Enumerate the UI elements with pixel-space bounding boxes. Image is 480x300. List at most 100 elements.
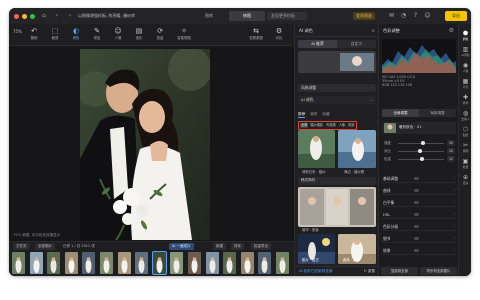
section-hsl[interactable]: HSL › bbox=[382, 210, 456, 219]
slider-handle[interactable] bbox=[421, 141, 426, 145]
rail-item[interactable]: ✚ 修饰 bbox=[459, 94, 471, 105]
chip-landscape[interactable]: 风景 bbox=[347, 123, 355, 128]
ai-batch-button[interactable]: AI 一键成片 bbox=[169, 243, 194, 250]
tool-portrait[interactable]: ☺ 人像 bbox=[109, 27, 127, 44]
rail-item[interactable]: ⬡ 贴纸 bbox=[459, 126, 471, 137]
rail-item[interactable]: ⬢ 调色 bbox=[459, 30, 471, 41]
export-button[interactable]: 导出 bbox=[445, 11, 467, 21]
filmstrip-thumbnail[interactable] bbox=[135, 252, 149, 274]
filmstrip-thumbnail[interactable] bbox=[276, 252, 289, 274]
filmstrip-thumbnail[interactable] bbox=[12, 252, 25, 274]
section-effects[interactable]: 效果 › bbox=[382, 246, 456, 255]
help-icon[interactable]: ? bbox=[411, 11, 420, 20]
slider-contrast[interactable]: 对比 20 bbox=[382, 148, 456, 154]
tab-recommended[interactable]: 推荐 bbox=[298, 112, 306, 118]
tool-color[interactable]: ◐ 调色 bbox=[67, 27, 85, 44]
chip-all[interactable]: 全部 bbox=[300, 123, 309, 128]
rail-item[interactable]: ◉ 人像 bbox=[459, 62, 471, 73]
new-button[interactable]: 新建 bbox=[213, 243, 226, 250]
close-window-button[interactable] bbox=[14, 13, 19, 19]
section-toggle[interactable] bbox=[414, 189, 419, 192]
tab-library[interactable]: 图库 bbox=[191, 11, 227, 21]
filmstrip-thumbnail[interactable] bbox=[29, 252, 43, 274]
copy-to-all-button[interactable]: 复制到全部 bbox=[381, 267, 418, 275]
forward-icon[interactable]: › bbox=[66, 12, 74, 20]
tool-undo[interactable]: ↶ 撤销 bbox=[25, 27, 43, 44]
section-toggle[interactable] bbox=[414, 213, 419, 216]
filmstrip-thumbnail[interactable] bbox=[258, 252, 272, 274]
folder-button[interactable]: 文件夹 bbox=[13, 243, 30, 250]
tool-smart-retouch[interactable]: ✧ 智能修图 bbox=[172, 27, 196, 44]
sort-button[interactable]: 排序 bbox=[231, 243, 244, 250]
filmstrip-thumbnail[interactable] bbox=[151, 251, 167, 275]
tab-favorites[interactable]: 收藏 bbox=[322, 112, 329, 118]
section-toggle[interactable] bbox=[414, 249, 419, 252]
chip-portrait-photo[interactable]: 写真照 bbox=[325, 123, 337, 128]
close-icon[interactable]: ✕ bbox=[371, 24, 375, 37]
filmstrip-thumbnail[interactable] bbox=[117, 252, 131, 274]
tool-batch[interactable]: ⟳ 批量 bbox=[151, 27, 169, 44]
reset-button[interactable]: ↻ 重置 bbox=[364, 269, 375, 274]
tab-global-adjust[interactable]: 全局调整 bbox=[382, 109, 419, 117]
section-toggle[interactable] bbox=[414, 237, 419, 240]
filmstrip-thumbnail[interactable] bbox=[100, 252, 113, 274]
filmstrip-thumbnail[interactable] bbox=[64, 252, 78, 274]
rail-item[interactable]: ▥ AI调色 bbox=[459, 46, 471, 57]
section-curve[interactable]: 曲线 › bbox=[382, 186, 456, 195]
rail-item[interactable]: ✂ 抠图 bbox=[459, 142, 471, 153]
segment-ai-recommend[interactable]: AI 推荐 bbox=[298, 40, 337, 48]
section-toggle[interactable] bbox=[414, 225, 419, 228]
slider-value[interactable]: 20 bbox=[447, 148, 455, 154]
chip-portrait[interactable]: 人像 bbox=[338, 123, 346, 128]
tool-repair[interactable]: ✎ 修复 bbox=[88, 27, 106, 44]
rail-item[interactable]: ⊕ 更多 bbox=[459, 174, 471, 185]
preset-group-header[interactable]: 韩式简约 bbox=[298, 177, 376, 185]
section-toggle[interactable] bbox=[414, 177, 419, 180]
filmstrip-thumbnail[interactable] bbox=[188, 252, 201, 274]
compare-button[interactable]: ⚙ 对比 bbox=[270, 27, 288, 44]
section-detail[interactable]: 细节 › bbox=[382, 234, 456, 243]
sync-all-button[interactable]: 同步到全部图片 bbox=[420, 267, 457, 275]
tab-mine[interactable]: 我的 bbox=[310, 112, 317, 118]
gear-icon[interactable]: ⚙ bbox=[449, 24, 454, 37]
tab-edit[interactable]: 修图 bbox=[229, 11, 265, 21]
preset-card[interactable] bbox=[298, 130, 335, 168]
filmstrip-thumbnail[interactable] bbox=[170, 252, 184, 274]
all-images-button[interactable]: 全部图片 bbox=[35, 243, 55, 250]
slider-temperature[interactable]: 色温 12 bbox=[382, 156, 456, 162]
tool-crop[interactable]: ⬚ 裁剪 bbox=[46, 27, 64, 44]
current-style-card[interactable] bbox=[298, 51, 376, 73]
apply-all-link[interactable]: AI 色彩已应用到全部 bbox=[299, 269, 332, 274]
segment-custom[interactable]: 自定义 bbox=[337, 40, 376, 48]
view-original-button[interactable]: ⇆ 查看原图 bbox=[245, 27, 267, 44]
preset-card[interactable] bbox=[298, 187, 376, 227]
filmstrip-thumbnail[interactable] bbox=[47, 252, 61, 274]
slider-value[interactable]: 12 bbox=[447, 156, 455, 162]
home-icon[interactable]: ⌂ bbox=[40, 12, 48, 20]
section-color-grading[interactable]: 色彩分级 › bbox=[382, 222, 456, 231]
maximize-window-button[interactable] bbox=[30, 13, 35, 19]
section-basic[interactable]: 基础调整 › bbox=[382, 174, 456, 183]
minimize-window-button[interactable] bbox=[22, 13, 27, 19]
style-adjust-row[interactable]: 风格调整 › bbox=[298, 84, 376, 92]
slider-handle[interactable] bbox=[419, 157, 424, 161]
wedding-photo[interactable] bbox=[80, 49, 210, 240]
filmstrip-thumbnail[interactable] bbox=[240, 252, 254, 274]
search-input[interactable]: 发现更多样板 bbox=[267, 12, 307, 20]
slider-value[interactable]: 50 bbox=[447, 140, 455, 146]
slider-handle[interactable] bbox=[418, 149, 423, 153]
chip-wedding[interactable]: 婚纱摄影 bbox=[309, 123, 324, 128]
vip-badge[interactable]: 会员权益 bbox=[353, 12, 375, 20]
preset-card[interactable] bbox=[338, 130, 376, 168]
photo-canvas[interactable]: 75% 原图, 本次优化效果显示 bbox=[9, 46, 294, 241]
rail-item[interactable]: ▦ 背景 bbox=[459, 78, 471, 89]
slider-strength[interactable]: 强度 50 bbox=[382, 140, 456, 146]
active-preset[interactable]: 暖系肤色 · 01 bbox=[382, 122, 456, 134]
filmstrip-thumbnail[interactable] bbox=[223, 252, 237, 274]
user-icon[interactable]: ☺ bbox=[423, 11, 432, 20]
rail-item[interactable]: ▣ 批量 bbox=[459, 158, 471, 169]
section-toggle[interactable] bbox=[414, 201, 419, 204]
batch-export-button[interactable]: 批量导出 bbox=[251, 243, 271, 250]
filmstrip-thumbnail[interactable] bbox=[205, 252, 219, 274]
tool-liquify[interactable]: ▤ 液化 bbox=[130, 27, 148, 44]
